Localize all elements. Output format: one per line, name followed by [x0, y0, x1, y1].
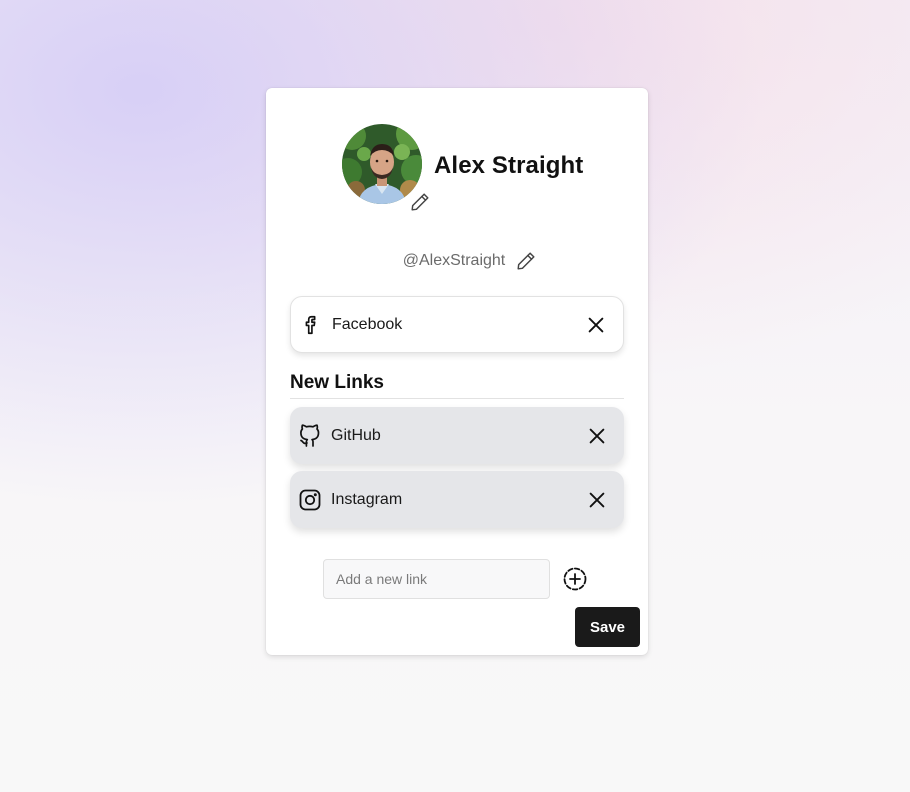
link-label: Instagram	[331, 490, 403, 508]
instagram-icon	[298, 488, 322, 512]
new-link-input[interactable]	[323, 559, 550, 599]
new-links-title: New Links	[290, 372, 384, 393]
profile-name: Alex Straight	[434, 152, 584, 179]
edit-handle-icon[interactable]	[515, 250, 537, 272]
save-button[interactable]: Save	[575, 607, 640, 647]
link-label: GitHub	[331, 426, 381, 444]
github-icon	[298, 423, 322, 448]
new-link-github[interactable]: GitHub	[290, 407, 624, 464]
divider	[290, 398, 624, 399]
new-link-instagram[interactable]: Instagram	[290, 471, 624, 528]
edit-avatar-icon[interactable]	[409, 191, 431, 213]
remove-facebook-icon[interactable]	[585, 314, 607, 336]
profile-card: Alex Straight @AlexStraight Facebook New…	[266, 88, 648, 655]
facebook-icon	[299, 313, 323, 337]
add-link-icon[interactable]	[562, 566, 588, 592]
remove-instagram-icon[interactable]	[586, 489, 608, 511]
link-label: Facebook	[332, 315, 403, 333]
profile-handle: @AlexStraight	[402, 252, 506, 269]
handle-row: @AlexStraight	[266, 248, 648, 274]
remove-github-icon[interactable]	[586, 425, 608, 447]
existing-link-facebook[interactable]: Facebook	[290, 296, 624, 353]
